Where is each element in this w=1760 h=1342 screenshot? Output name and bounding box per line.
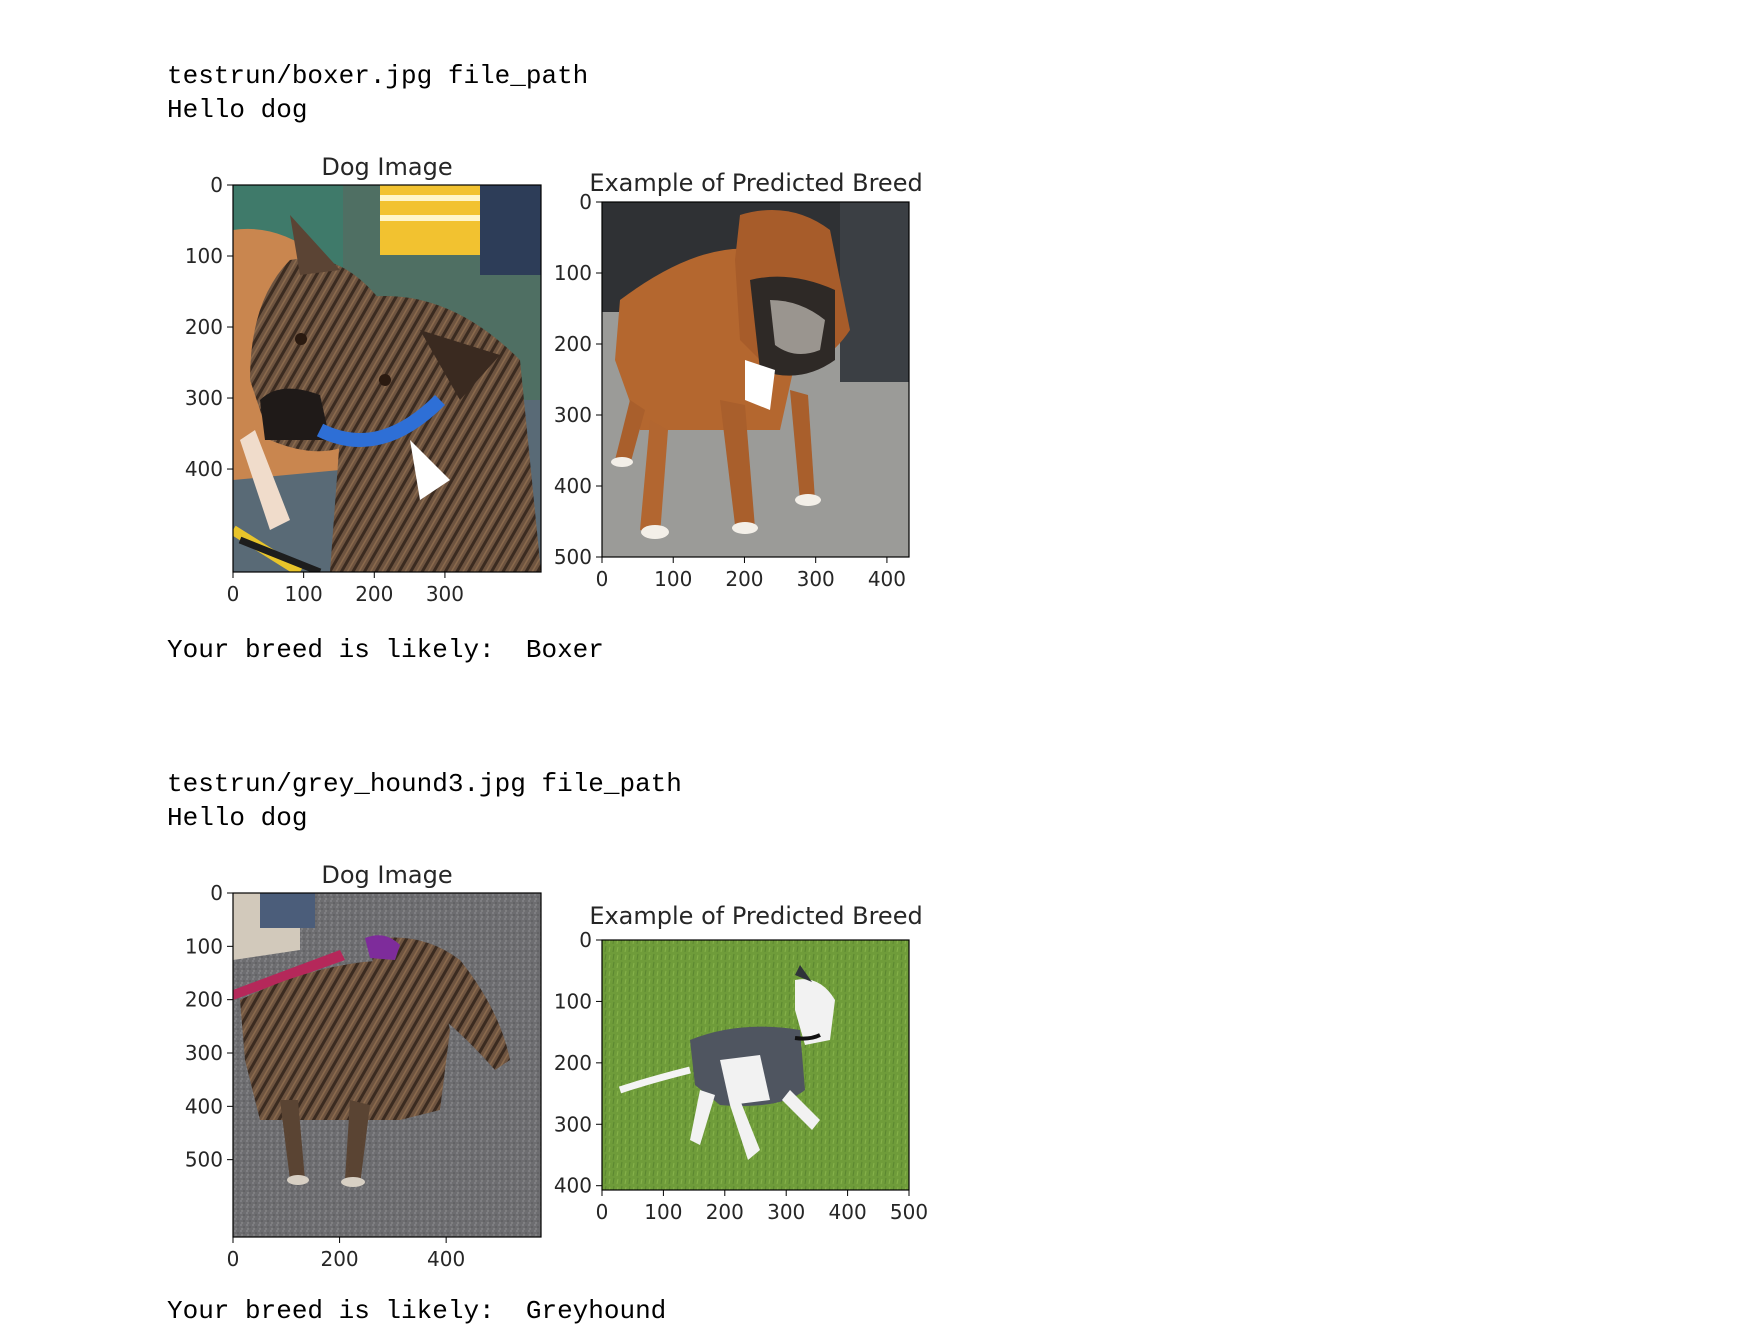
- y-tick-label: 400: [185, 1094, 223, 1118]
- x-tick-label: 100: [654, 567, 692, 591]
- y-tick-label: 400: [554, 1174, 592, 1198]
- y-tick-label: 300: [185, 386, 223, 410]
- x-tick-label: 200: [320, 1247, 358, 1271]
- x-tick-label: 200: [725, 567, 763, 591]
- fawn-boxer-photo: [602, 202, 909, 557]
- y-tick-label: 0: [579, 190, 592, 214]
- white-grey-greyhound-running-on-grass-photo: [602, 940, 909, 1190]
- y-tick-label: 400: [554, 474, 592, 498]
- x-tick-label: 0: [596, 1200, 609, 1224]
- x-tick-label: 0: [227, 582, 240, 606]
- x-tick-label: 300: [426, 582, 464, 606]
- y-tick-label: 0: [210, 881, 223, 905]
- y-tick-label: 500: [185, 1148, 223, 1172]
- y-tick-label: 200: [185, 988, 223, 1012]
- x-tick-label: 100: [644, 1200, 682, 1224]
- x-tick-label: 0: [596, 567, 609, 591]
- x-tick-label: 100: [285, 582, 323, 606]
- figure-predicted-breed: Example of Predicted Breed 0 100 200 300 400…: [554, 902, 928, 1224]
- y-tick-label: 0: [579, 928, 592, 952]
- y-tick-label: 100: [185, 934, 223, 958]
- y-tick-label: 300: [185, 1041, 223, 1065]
- y-tick-label: 300: [554, 403, 592, 427]
- plot-title: Dog Image: [321, 861, 452, 889]
- y-tick-label: 500: [554, 545, 592, 569]
- y-tick-label: 300: [554, 1112, 592, 1136]
- y-tick-label: 200: [185, 315, 223, 339]
- y-tick-label: 0: [210, 173, 223, 197]
- x-tick-label: 200: [355, 582, 393, 606]
- y-tick-label: 100: [185, 244, 223, 268]
- x-tick-label: 0: [227, 1247, 240, 1271]
- brindle-boxer-mix-photo: [233, 185, 541, 572]
- brindle-greyhound-on-asphalt-photo: [233, 893, 541, 1237]
- figure-predicted-breed: Example of Predicted Breed 0 100 200 300 400…: [554, 169, 923, 591]
- y-tick-label: 200: [554, 1051, 592, 1075]
- x-tick-label: 400: [868, 567, 906, 591]
- x-tick-label: 300: [797, 567, 835, 591]
- y-tick-label: 400: [185, 457, 223, 481]
- plot-title: Dog Image: [321, 153, 452, 181]
- x-tick-label: 500: [890, 1200, 928, 1224]
- x-tick-label: 300: [767, 1200, 805, 1224]
- x-tick-label: 200: [706, 1200, 744, 1224]
- figure-dog-image: Dog Image 0 100 200 300 0 100 200 300 400: [185, 153, 542, 606]
- x-tick-label: 400: [829, 1200, 867, 1224]
- x-tick-label: 400: [427, 1247, 465, 1271]
- y-tick-label: 200: [554, 332, 592, 356]
- y-tick-label: 100: [554, 261, 592, 285]
- y-tick-label: 100: [554, 989, 592, 1013]
- output-figures: Dog Image 0 100 200 300 0 100 200 300 400 Exa…: [185, 153, 928, 1271]
- plot-title: Example of Predicted Breed: [589, 902, 922, 930]
- figure-dog-image: Dog Image 0 200 400 0 100 200 300 400 500: [185, 861, 542, 1271]
- plot-title: Example of Predicted Breed: [589, 169, 922, 197]
